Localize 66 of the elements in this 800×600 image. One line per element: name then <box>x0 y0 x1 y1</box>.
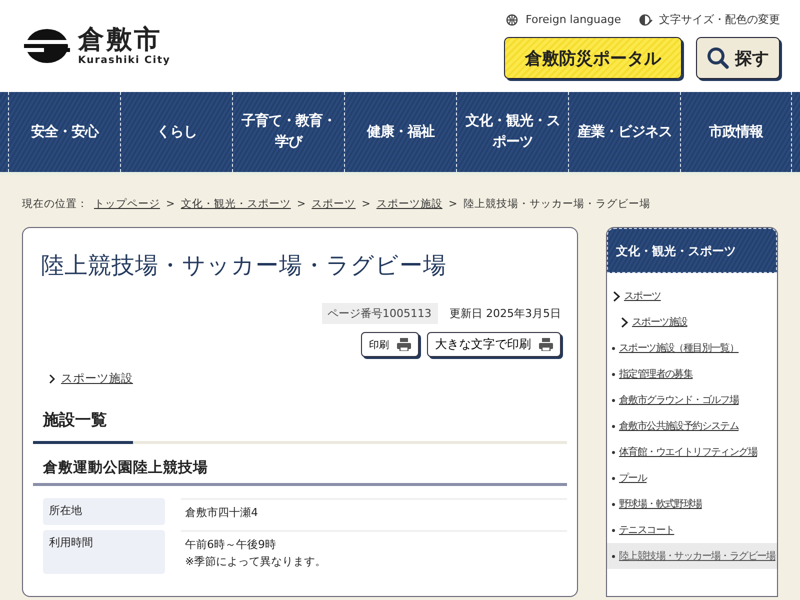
sidebar-link[interactable]: 体育館・ウエイトリフティング場 <box>619 445 758 459</box>
printer-icon <box>539 338 553 351</box>
bullet-icon <box>612 528 615 532</box>
globe-icon <box>506 14 520 26</box>
breadcrumb-separator: > <box>166 198 175 210</box>
section-heading: 施設一覧 <box>33 410 567 444</box>
nav-link[interactable]: 産業・ビジネス <box>568 92 680 172</box>
nav-link[interactable]: くらし <box>120 92 232 172</box>
breadcrumb-link[interactable]: 文化・観光・スポーツ <box>180 197 291 211</box>
sidebar-link[interactable]: 倉敷市公共施設予約システム <box>619 419 739 433</box>
disaster-portal-button[interactable]: 倉敷防災ポータル <box>504 37 682 79</box>
parent-page-link[interactable]: スポーツ施設 <box>61 371 133 386</box>
breadcrumb-separator: > <box>362 198 370 210</box>
breadcrumb-label: 現在の位置： <box>22 197 88 211</box>
nav-link[interactable]: 安全・安心 <box>8 92 120 172</box>
chevron-icon <box>613 290 620 302</box>
detail-label: 利用時間 <box>43 530 165 574</box>
bullet-icon <box>612 424 615 428</box>
sidebar-link[interactable]: スポーツ施設（種目別一覧） <box>619 341 739 355</box>
utility-link[interactable]: 文字サイズ・配色の変更 <box>659 12 780 27</box>
sidebar-link[interactable]: 倉敷市グラウンド・ゴルフ場 <box>619 393 739 407</box>
bullet-icon <box>612 476 615 480</box>
sidebar-link[interactable]: テニスコート <box>619 523 674 537</box>
bullet-icon <box>612 372 615 376</box>
detail-text: 倉敷市四十瀬4 <box>185 505 259 520</box>
breadcrumb-link[interactable]: スポーツ <box>312 197 356 211</box>
nav-link[interactable]: 健康・福祉 <box>344 92 456 172</box>
print-button[interactable]: 大きな文字で印刷 <box>427 332 561 357</box>
search-button[interactable]: 探す <box>696 37 780 79</box>
nav-link[interactable]: 子育て・教育・学び <box>232 92 344 172</box>
palette-icon <box>639 14 653 26</box>
detail-text: 午前6時～午後9時 <box>185 537 277 552</box>
search-icon <box>707 47 729 69</box>
sidebar-title: 文化・観光・スポーツ <box>607 228 777 273</box>
facility-heading: 倉敷運動公園陸上競技場 <box>33 458 567 486</box>
nav-link[interactable]: 市政情報 <box>680 92 792 172</box>
page-number: ページ番号1005113 <box>322 303 438 324</box>
updated-date: 更新日 2025年3月5日 <box>450 306 561 321</box>
city-logo-icon <box>24 27 70 65</box>
utility-link[interactable]: Foreign language <box>526 13 621 26</box>
sidebar-link[interactable]: スポーツ <box>624 289 661 303</box>
chevron-icon <box>621 316 628 328</box>
detail-text: ※季節によって異なります。 <box>185 554 328 569</box>
breadcrumb-separator: > <box>296 198 306 210</box>
sidebar-link[interactable]: プール <box>619 471 647 485</box>
print-button[interactable]: 印刷 <box>361 332 419 357</box>
bullet-icon <box>612 450 615 454</box>
sidebar-link[interactable]: 陸上競技場・サッカー場・ラグビー場 <box>619 549 776 563</box>
breadcrumb-current: 陸上競技場・サッカー場・ラグビー場 <box>463 197 650 211</box>
page-title: 陸上競技場・サッカー場・ラグビー場 <box>41 252 448 281</box>
bullet-icon <box>612 398 615 402</box>
chevron-icon <box>49 374 55 384</box>
city-name-roman: Kurashiki City <box>78 54 170 66</box>
nav-link[interactable]: 文化・観光・スポーツ <box>456 92 568 172</box>
sidebar-link[interactable]: スポーツ施設 <box>632 315 688 329</box>
bullet-icon <box>612 502 615 506</box>
detail-label: 所在地 <box>43 498 165 525</box>
city-name: 倉敷市 <box>78 26 162 55</box>
breadcrumb-separator: > <box>448 198 458 210</box>
sidebar-link[interactable]: 野球場・軟式野球場 <box>619 497 702 511</box>
bullet-icon <box>612 346 615 350</box>
breadcrumb-link[interactable]: スポーツ施設 <box>376 197 442 211</box>
sidebar-link[interactable]: 指定管理者の募集 <box>619 367 693 381</box>
bullet-icon <box>612 554 615 558</box>
breadcrumb-link[interactable]: トップページ <box>94 197 160 211</box>
printer-icon <box>397 338 411 351</box>
